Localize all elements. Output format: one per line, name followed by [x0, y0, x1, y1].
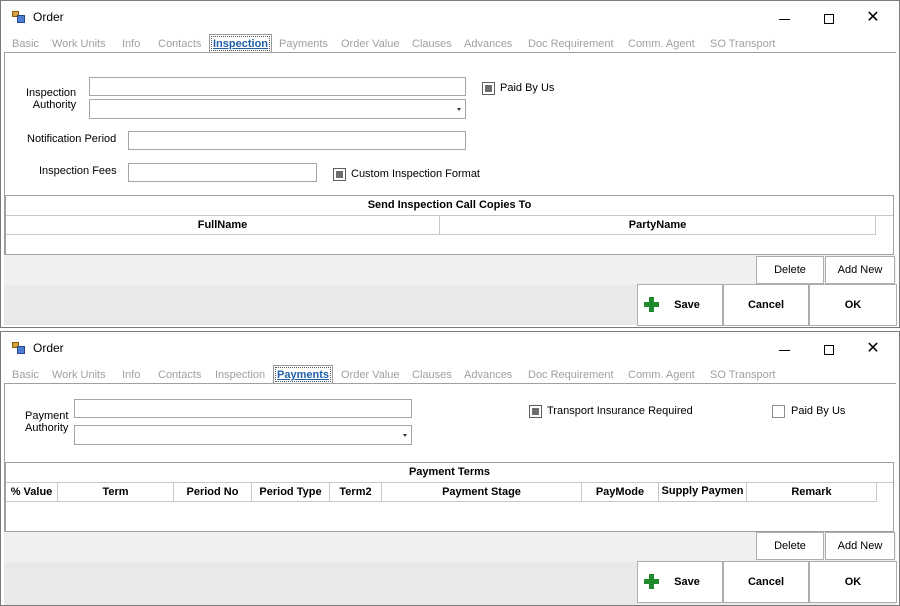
column-header-term2[interactable]: Term2 [330, 483, 382, 502]
delete-button[interactable]: Delete [756, 532, 824, 560]
paid-by-us-checkbox[interactable] [482, 82, 495, 95]
inspection-authority-label: Inspection Authority [26, 87, 77, 111]
title-bar[interactable]: Order ✕ [1, 332, 899, 365]
paid-by-us-label: Paid By Us [791, 405, 846, 417]
close-button[interactable]: ✕ [853, 5, 893, 31]
payment-authority-input[interactable] [74, 399, 412, 418]
inspection-copies-grid[interactable]: Send Inspection Call Copies To FullName … [5, 195, 894, 255]
cancel-button[interactable]: Cancel [723, 561, 809, 603]
close-button[interactable]: ✕ [853, 336, 893, 362]
maximize-icon [824, 14, 834, 25]
paid-by-us-label: Paid By Us [500, 82, 555, 94]
column-header-partyname[interactable]: PartyName [440, 216, 876, 235]
tab-payments[interactable]: Payments [279, 36, 328, 53]
column-header-remark[interactable]: Remark [747, 483, 877, 502]
title-bar[interactable]: Order ✕ [1, 1, 899, 34]
column-header-fullname[interactable]: FullName [6, 216, 440, 235]
tab-clauses[interactable]: Clauses [412, 367, 452, 384]
order-window-inspection: Order ✕ Basic Work Units Info Contacts I… [0, 0, 900, 328]
save-label: Save [674, 576, 700, 588]
payment-terms-grid[interactable]: Payment Terms % Value Term Period No Per… [5, 462, 894, 532]
tab-advances[interactable]: Advances [464, 36, 512, 53]
ok-button[interactable]: OK [809, 561, 897, 603]
tab-advances[interactable]: Advances [464, 367, 512, 384]
minimize-button[interactable] [764, 5, 804, 31]
save-button[interactable]: Save [637, 561, 723, 603]
order-window-payments: Order ✕ Basic Work Units Info Contacts I… [0, 331, 900, 606]
close-icon: ✕ [866, 9, 880, 26]
save-label: Save [674, 299, 700, 311]
maximize-button[interactable] [809, 336, 849, 362]
notification-period-input[interactable] [128, 131, 466, 150]
tab-contacts[interactable]: Contacts [158, 367, 201, 384]
minimize-icon [778, 349, 790, 351]
plus-icon [644, 574, 659, 589]
tab-clauses[interactable]: Clauses [412, 36, 452, 53]
custom-inspection-format-label: Custom Inspection Format [351, 168, 480, 180]
ok-button[interactable]: OK [809, 284, 897, 326]
save-button[interactable]: Save [637, 284, 723, 326]
column-header-value-pct[interactable]: % Value [6, 483, 58, 502]
tab-order-value[interactable]: Order Value [341, 36, 400, 53]
notification-period-label: Notification Period [27, 133, 117, 145]
inspection-authority-input[interactable] [89, 77, 466, 96]
add-new-button[interactable]: Add New [825, 256, 895, 284]
tab-panel-border [4, 52, 896, 53]
tab-doc-requirement[interactable]: Doc Requirement [528, 36, 614, 53]
tab-comm-agent[interactable]: Comm. Agent [628, 367, 695, 384]
tab-work-units[interactable]: Work Units [52, 36, 106, 53]
column-header-term[interactable]: Term [58, 483, 174, 502]
column-header-supply-payment[interactable]: Supply Paymen [659, 483, 747, 502]
payment-authority-combo[interactable] [74, 425, 412, 445]
delete-button[interactable]: Delete [756, 256, 824, 284]
tab-comm-agent[interactable]: Comm. Agent [628, 36, 695, 53]
custom-inspection-format-checkbox[interactable] [333, 168, 346, 181]
order-app-icon [12, 342, 25, 354]
tab-inspection[interactable]: Inspection [209, 34, 273, 53]
tab-info[interactable]: Info [122, 367, 140, 384]
tab-work-units[interactable]: Work Units [52, 367, 106, 384]
column-header-period-no[interactable]: Period No [174, 483, 252, 502]
tab-order-value[interactable]: Order Value [341, 367, 400, 384]
grid-header: % Value Term Period No Period Type Term2… [6, 483, 877, 502]
column-header-paymode[interactable]: PayMode [582, 483, 659, 502]
tab-panel-border [4, 383, 896, 384]
tab-so-transport[interactable]: SO Transport [710, 367, 775, 384]
column-header-period-type[interactable]: Period Type [252, 483, 330, 502]
tab-so-transport[interactable]: SO Transport [710, 36, 775, 53]
transport-insurance-checkbox[interactable] [529, 405, 542, 418]
window-title: Order [33, 10, 64, 24]
tab-doc-requirement[interactable]: Doc Requirement [528, 367, 614, 384]
paid-by-us-checkbox[interactable] [772, 405, 785, 418]
column-header-payment-stage[interactable]: Payment Stage [382, 483, 582, 502]
chevron-down-icon [457, 108, 461, 111]
tab-basic[interactable]: Basic [12, 36, 39, 53]
payment-authority-label: Payment Authority [25, 410, 69, 434]
inspection-authority-combo[interactable] [89, 99, 466, 119]
maximize-icon [824, 345, 834, 356]
transport-insurance-label: Transport Insurance Required [547, 405, 693, 417]
add-new-button[interactable]: Add New [825, 532, 895, 560]
tab-info[interactable]: Info [122, 36, 140, 53]
tab-payments[interactable]: Payments [273, 365, 333, 384]
grid-caption: Payment Terms [6, 463, 893, 483]
window-title: Order [33, 341, 64, 355]
grid-caption: Send Inspection Call Copies To [6, 196, 893, 216]
grid-header: FullName PartyName [6, 216, 876, 235]
inspection-fees-input[interactable] [128, 163, 317, 182]
maximize-button[interactable] [809, 5, 849, 31]
tab-basic[interactable]: Basic [12, 367, 39, 384]
plus-icon [644, 297, 659, 312]
order-app-icon [12, 11, 25, 23]
minimize-button[interactable] [764, 336, 804, 362]
close-icon: ✕ [866, 340, 880, 357]
tab-inspection[interactable]: Inspection [215, 367, 265, 384]
chevron-down-icon [403, 434, 407, 437]
cancel-button[interactable]: Cancel [723, 284, 809, 326]
minimize-icon [778, 18, 790, 20]
inspection-fees-label: Inspection Fees [39, 165, 117, 177]
tab-contacts[interactable]: Contacts [158, 36, 201, 53]
